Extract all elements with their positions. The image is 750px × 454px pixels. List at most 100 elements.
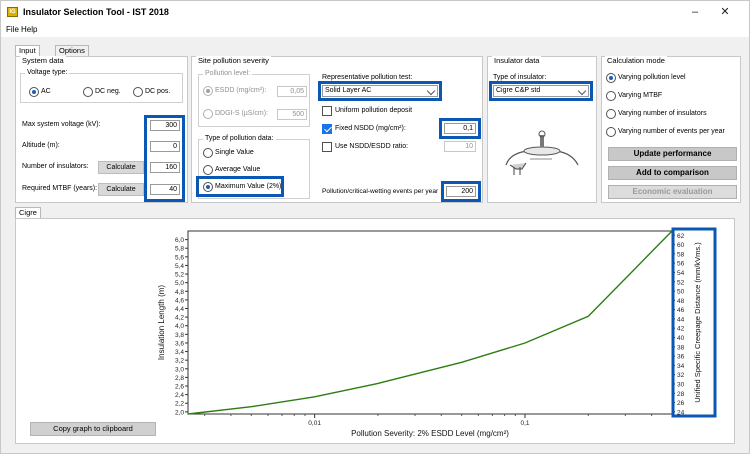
economic-evaluation-button[interactable]: Economic evaluation: [608, 185, 737, 199]
y2-tick-label: 38: [677, 344, 685, 351]
nsdd-ratio-label: Use NSDD/ESDD ratio:: [335, 143, 409, 150]
y-tick-label: 4,4: [175, 306, 184, 313]
y-tick-label: 5,2: [175, 272, 184, 279]
y2-tick-label: 28: [677, 391, 685, 398]
voltage-type-group: Voltage type: AC DC neg. DC pos.: [20, 69, 183, 103]
ddgis-input[interactable]: 500: [277, 109, 307, 120]
varying-insulators-label: Varying number of insulators: [618, 110, 707, 117]
radio-dc-pos[interactable]: [133, 87, 143, 97]
y-tick-label: 4,8: [175, 289, 184, 296]
pollution-level-group: Pollution level: ESDD (mg/cm²): 0,05 DDG…: [198, 70, 310, 127]
highlight-system-values: [144, 115, 185, 202]
calc-mtbf-button[interactable]: Calculate: [98, 183, 144, 196]
y2-tick-label: 32: [677, 372, 685, 379]
rep-test-label: Representative pollution test:: [322, 74, 413, 81]
esdd-input[interactable]: 0,05: [277, 86, 307, 97]
menu-bar: File Help: [1, 23, 749, 37]
radio-varying-mtbf[interactable]: [606, 91, 616, 101]
y-tick-label: 4,2: [175, 315, 184, 322]
radio-esdd[interactable]: [203, 86, 213, 96]
calc-mode-title: Calculation mode: [605, 56, 667, 65]
y2-tick-label: 44: [677, 316, 685, 323]
y2-tick-label: 30: [677, 381, 685, 388]
average-value-label: Average Value: [215, 166, 261, 173]
y-tick-label: 4,0: [175, 323, 184, 330]
insulator-image-icon: [505, 130, 579, 175]
title-bar: IG Insulator Selection Tool - IST 2018 –…: [1, 1, 749, 23]
calc-insulators-button[interactable]: Calculate: [98, 161, 144, 174]
add-to-comparison-button[interactable]: Add to comparison: [608, 166, 737, 180]
update-performance-button[interactable]: Update performance: [608, 147, 737, 161]
insulator-data-title: Insulator data: [492, 56, 542, 65]
x-tick-label: 0,1: [520, 420, 529, 427]
y-tick-label: 5,4: [175, 263, 184, 270]
y2-tick-label: 40: [677, 335, 685, 342]
y-tick-label: 6,0: [175, 237, 184, 244]
y2-axis-label: Unified Specific Creepage Distance (mm/k…: [693, 242, 702, 403]
app-logo-icon: IG: [7, 7, 18, 17]
y2-tick-label: 62: [677, 233, 685, 240]
y-tick-label: 2,2: [175, 401, 184, 408]
insulator-data-panel: Insulator data Type of insulator: Cigre …: [487, 56, 597, 203]
pollution-type-title: Type of pollution data:: [203, 135, 276, 142]
site-pollution-panel: Site pollution severity Pollution level:…: [191, 56, 483, 203]
y-tick-label: 4,6: [175, 297, 184, 304]
radio-varying-insulators[interactable]: [606, 109, 616, 119]
copy-graph-button[interactable]: Copy graph to clipboard: [30, 422, 156, 436]
nsdd-ratio-checkbox[interactable]: [322, 142, 332, 152]
site-pollution-title: Site pollution severity: [196, 56, 271, 65]
y-tick-label: 2,8: [175, 375, 184, 382]
insulator-type-label: Type of insulator:: [493, 74, 547, 81]
y-tick-label: 5,0: [175, 280, 184, 287]
required-mtbf-label: Required MTBF (years):: [22, 185, 98, 192]
tab-input-data[interactable]: Input data: [15, 45, 40, 65]
highlight-max-value: [196, 176, 284, 197]
radio-ac-label: AC: [41, 88, 51, 95]
y2-tick-label: 50: [677, 289, 685, 296]
y2-tick-label: 58: [677, 251, 685, 258]
radio-dc-neg[interactable]: [83, 87, 93, 97]
y2-tick-label: 60: [677, 242, 685, 249]
max-voltage-label: Max system voltage (kV):: [22, 121, 101, 128]
radio-average-value[interactable]: [203, 165, 213, 175]
menu-help[interactable]: Help: [21, 25, 37, 34]
y2-tick-label: 36: [677, 354, 685, 361]
x-axis-label: Pollution Severity: 2% ESDD Level (mg/cm…: [351, 429, 509, 438]
voltage-type-title: Voltage type:: [25, 69, 70, 76]
y-tick-label: 2,4: [175, 392, 184, 399]
y-tick-label: 2,6: [175, 384, 184, 391]
radio-dc-pos-label: DC pos.: [145, 88, 171, 95]
fixed-nsdd-checkbox[interactable]: [322, 124, 332, 134]
y-tick-label: 3,8: [175, 332, 184, 339]
tab-cigre-cp-std[interactable]: Cigre CP std: [15, 207, 41, 237]
uniform-deposit-label: Uniform pollution deposit: [335, 107, 413, 114]
single-value-label: Single Value: [215, 149, 254, 156]
y2-tick-label: 46: [677, 307, 685, 314]
esdd-label: ESDD (mg/cm²):: [215, 87, 267, 94]
tab-options[interactable]: Options: [55, 45, 89, 56]
minimize-button[interactable]: –: [683, 4, 707, 20]
x-tick-label: 0,01: [308, 420, 321, 427]
close-button[interactable]: ✕: [713, 4, 737, 20]
y-tick-label: 2,0: [175, 409, 184, 416]
radio-ddgis[interactable]: [203, 109, 213, 119]
y-tick-label: 3,4: [175, 349, 184, 356]
system-data-title: System data: [20, 56, 66, 65]
radio-ac[interactable]: [29, 87, 39, 97]
radio-single-value[interactable]: [203, 148, 213, 158]
events-per-year-label: Pollution/critical-wetting events per ye…: [322, 188, 439, 195]
system-data-panel: System data Voltage type: AC DC neg. DC …: [15, 56, 188, 203]
plot-frame: [187, 230, 673, 415]
menu-file[interactable]: File: [6, 25, 19, 34]
uniform-deposit-checkbox[interactable]: [322, 106, 332, 116]
y2-tick-label: 34: [677, 363, 685, 370]
highlight-insulator-type: [489, 81, 593, 101]
varying-pollution-label: Varying pollution level: [618, 74, 686, 81]
y2-tick-label: 48: [677, 298, 685, 305]
y-tick-label: 5,6: [175, 254, 184, 261]
insulation-length-chart: 2,02,2 2,42,6 2,8 3,03,2 3,4 3,63,8 4,04,2 4,4 4…: [157, 227, 717, 438]
highlight-fixed-nsdd: [439, 118, 481, 139]
radio-varying-pollution[interactable]: [606, 73, 616, 83]
radio-varying-events[interactable]: [606, 127, 616, 137]
nsdd-ratio-input[interactable]: 10: [444, 141, 476, 152]
